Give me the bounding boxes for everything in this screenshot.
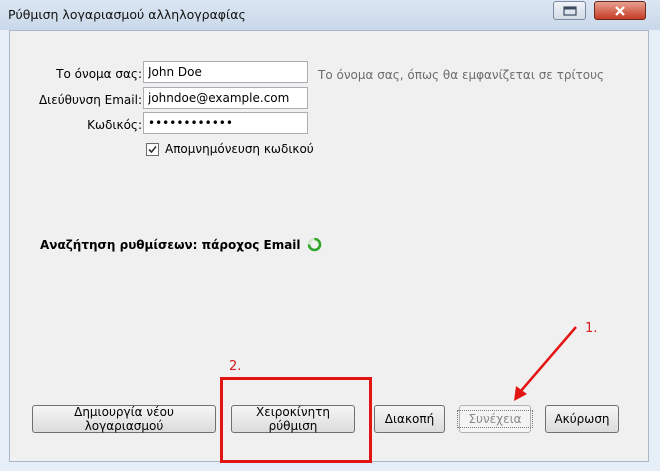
search-status-text: Αναζήτηση ρυθμίσεων: πάροχος Email <box>40 237 301 252</box>
remember-password-checkbox[interactable] <box>146 142 159 156</box>
email-field[interactable] <box>143 87 308 109</box>
remember-password-row[interactable]: Απομνημόνευση κωδικού <box>146 142 314 156</box>
password-field[interactable] <box>143 112 308 134</box>
stop-button[interactable]: Διακοπή <box>374 405 445 433</box>
cancel-button[interactable]: Ακύρωση <box>545 405 619 433</box>
restore-button[interactable] <box>553 1 586 20</box>
highlight-box <box>220 377 372 463</box>
search-status: Αναζήτηση ρυθμίσεων: πάροχος Email <box>40 237 322 252</box>
title-bar: Ρύθμιση λογαριασμού αλληλογραφίας <box>0 0 660 30</box>
continue-button-label: Συνέχεια <box>457 410 533 428</box>
remember-password-label: Απομνημόνευση κωδικού <box>165 142 314 156</box>
window-title: Ρύθμιση λογαριασμού αλληλογραφίας <box>8 7 246 22</box>
annotation-step-1: 1. <box>585 321 598 336</box>
email-label: Διεύθυνση Email: <box>38 93 142 107</box>
checkmark-icon <box>148 145 157 153</box>
create-new-account-button[interactable]: Δημιουργία νέου λογαριασμού <box>32 405 216 433</box>
annotation-step-2: 2. <box>229 359 242 374</box>
name-field[interactable] <box>143 61 308 83</box>
close-icon <box>615 5 625 16</box>
name-label: Το όνομα σας: <box>56 67 142 81</box>
close-button[interactable] <box>594 1 646 20</box>
restore-icon <box>562 5 577 16</box>
loading-spinner-icon <box>307 237 321 252</box>
continue-button[interactable]: Συνέχεια <box>457 405 533 433</box>
password-label: Κωδικός: <box>87 118 142 132</box>
name-hint: Το όνομα σας, όπως θα εμφανίζεται σε τρί… <box>318 68 605 82</box>
dialog-body: Το όνομα σας: Το όνομα σας, όπως θα εμφα… <box>9 30 649 463</box>
